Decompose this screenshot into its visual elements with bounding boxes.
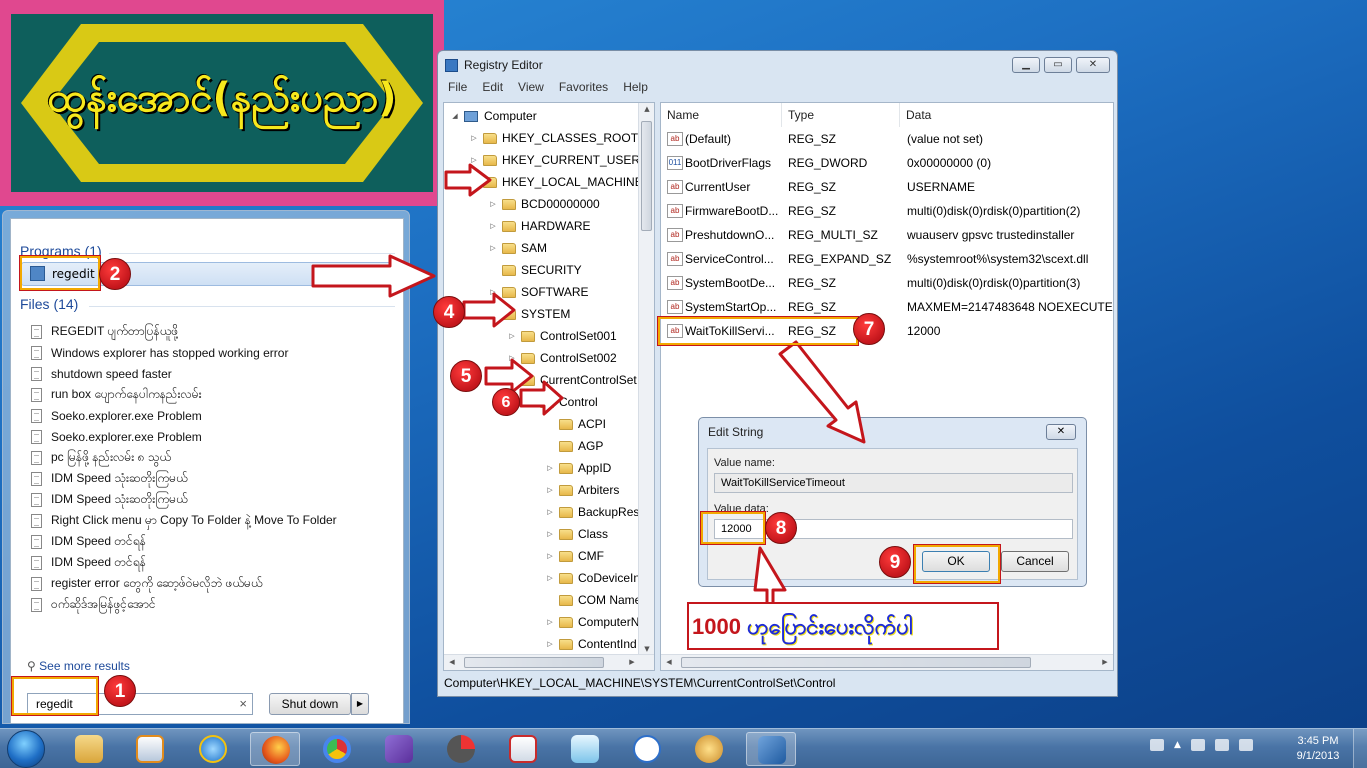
step-badge-9: 9 (879, 546, 911, 578)
taskbar: ▲ 3:45 PM 9/1/2013 (0, 728, 1367, 768)
snipping-tool-taskbar-button[interactable] (498, 732, 548, 766)
action-center-flag-icon[interactable] (1190, 739, 1205, 751)
visual-studio-taskbar-button[interactable] (374, 732, 424, 766)
chrome-taskbar-button[interactable] (312, 732, 362, 766)
highlight-box (700, 511, 766, 545)
highlight-box (19, 255, 101, 291)
speedometer-app-taskbar-button[interactable] (436, 732, 486, 766)
clock[interactable]: 3:45 PM 9/1/2013 (1290, 734, 1346, 764)
keyboard-icon[interactable] (1150, 739, 1164, 751)
step-badge-7: 7 (853, 313, 885, 345)
highlight-box (11, 676, 99, 716)
arrow-icon (484, 358, 534, 394)
note-number: 1000 (692, 614, 741, 639)
highlight-box (913, 544, 1001, 584)
registry-editor-taskbar-button[interactable] (746, 732, 796, 766)
arrow-icon (753, 546, 787, 606)
arrow-icon (311, 254, 436, 298)
paint-taskbar-button[interactable] (684, 732, 734, 766)
note-text: ဟုပြောင်းပေးလိုက်ပါ (740, 614, 913, 639)
notepad-taskbar-button[interactable] (560, 732, 610, 766)
visual-studio-icon (385, 735, 413, 763)
step-badge-1: 1 (104, 675, 136, 707)
show-hidden-icons-icon[interactable]: ▲ (1174, 740, 1181, 750)
internet-explorer-icon (199, 735, 227, 763)
media-player-icon (136, 735, 164, 763)
clock-time: 3:45 PM (1297, 735, 1339, 747)
step-badge-4: 4 (433, 296, 465, 328)
registry-editor-icon (758, 736, 786, 764)
google-talk-taskbar-button[interactable] (622, 732, 672, 766)
arrow-icon (778, 340, 866, 444)
show-desktop-button[interactable] (1353, 729, 1367, 768)
start-orb-icon[interactable] (7, 730, 45, 768)
firefox-icon (262, 736, 290, 764)
annotation-arrows (311, 163, 866, 606)
internet-explorer-taskbar-button[interactable] (188, 732, 238, 766)
talk-icon (633, 735, 661, 763)
clock-date: 9/1/2013 (1296, 750, 1340, 762)
step-badge-6: 6 (492, 388, 520, 416)
notepad-icon (571, 735, 599, 763)
step-badge-5: 5 (450, 360, 482, 392)
media-player-taskbar-button[interactable] (125, 732, 175, 766)
chrome-icon (323, 735, 351, 763)
folder-icon (75, 735, 103, 763)
arrow-icon (444, 163, 492, 197)
arrow-icon (462, 292, 516, 328)
arrow-icon (519, 380, 564, 416)
firefox-taskbar-button[interactable] (250, 732, 300, 766)
instruction-note: 1000 ဟုပြောင်းပေးလိုက်ပါ (687, 602, 999, 650)
power-icon[interactable] (1214, 739, 1229, 751)
network-signal-icon[interactable] (1238, 739, 1253, 751)
step-badge-2: 2 (99, 258, 131, 290)
step-badge-8: 8 (765, 512, 797, 544)
scissors-icon (509, 735, 537, 763)
highlight-box (657, 316, 859, 346)
paint-palette-icon (695, 735, 723, 763)
explorer-taskbar-button[interactable] (64, 732, 114, 766)
speedometer-icon (447, 735, 475, 763)
system-tray: ▲ (1150, 739, 1253, 751)
